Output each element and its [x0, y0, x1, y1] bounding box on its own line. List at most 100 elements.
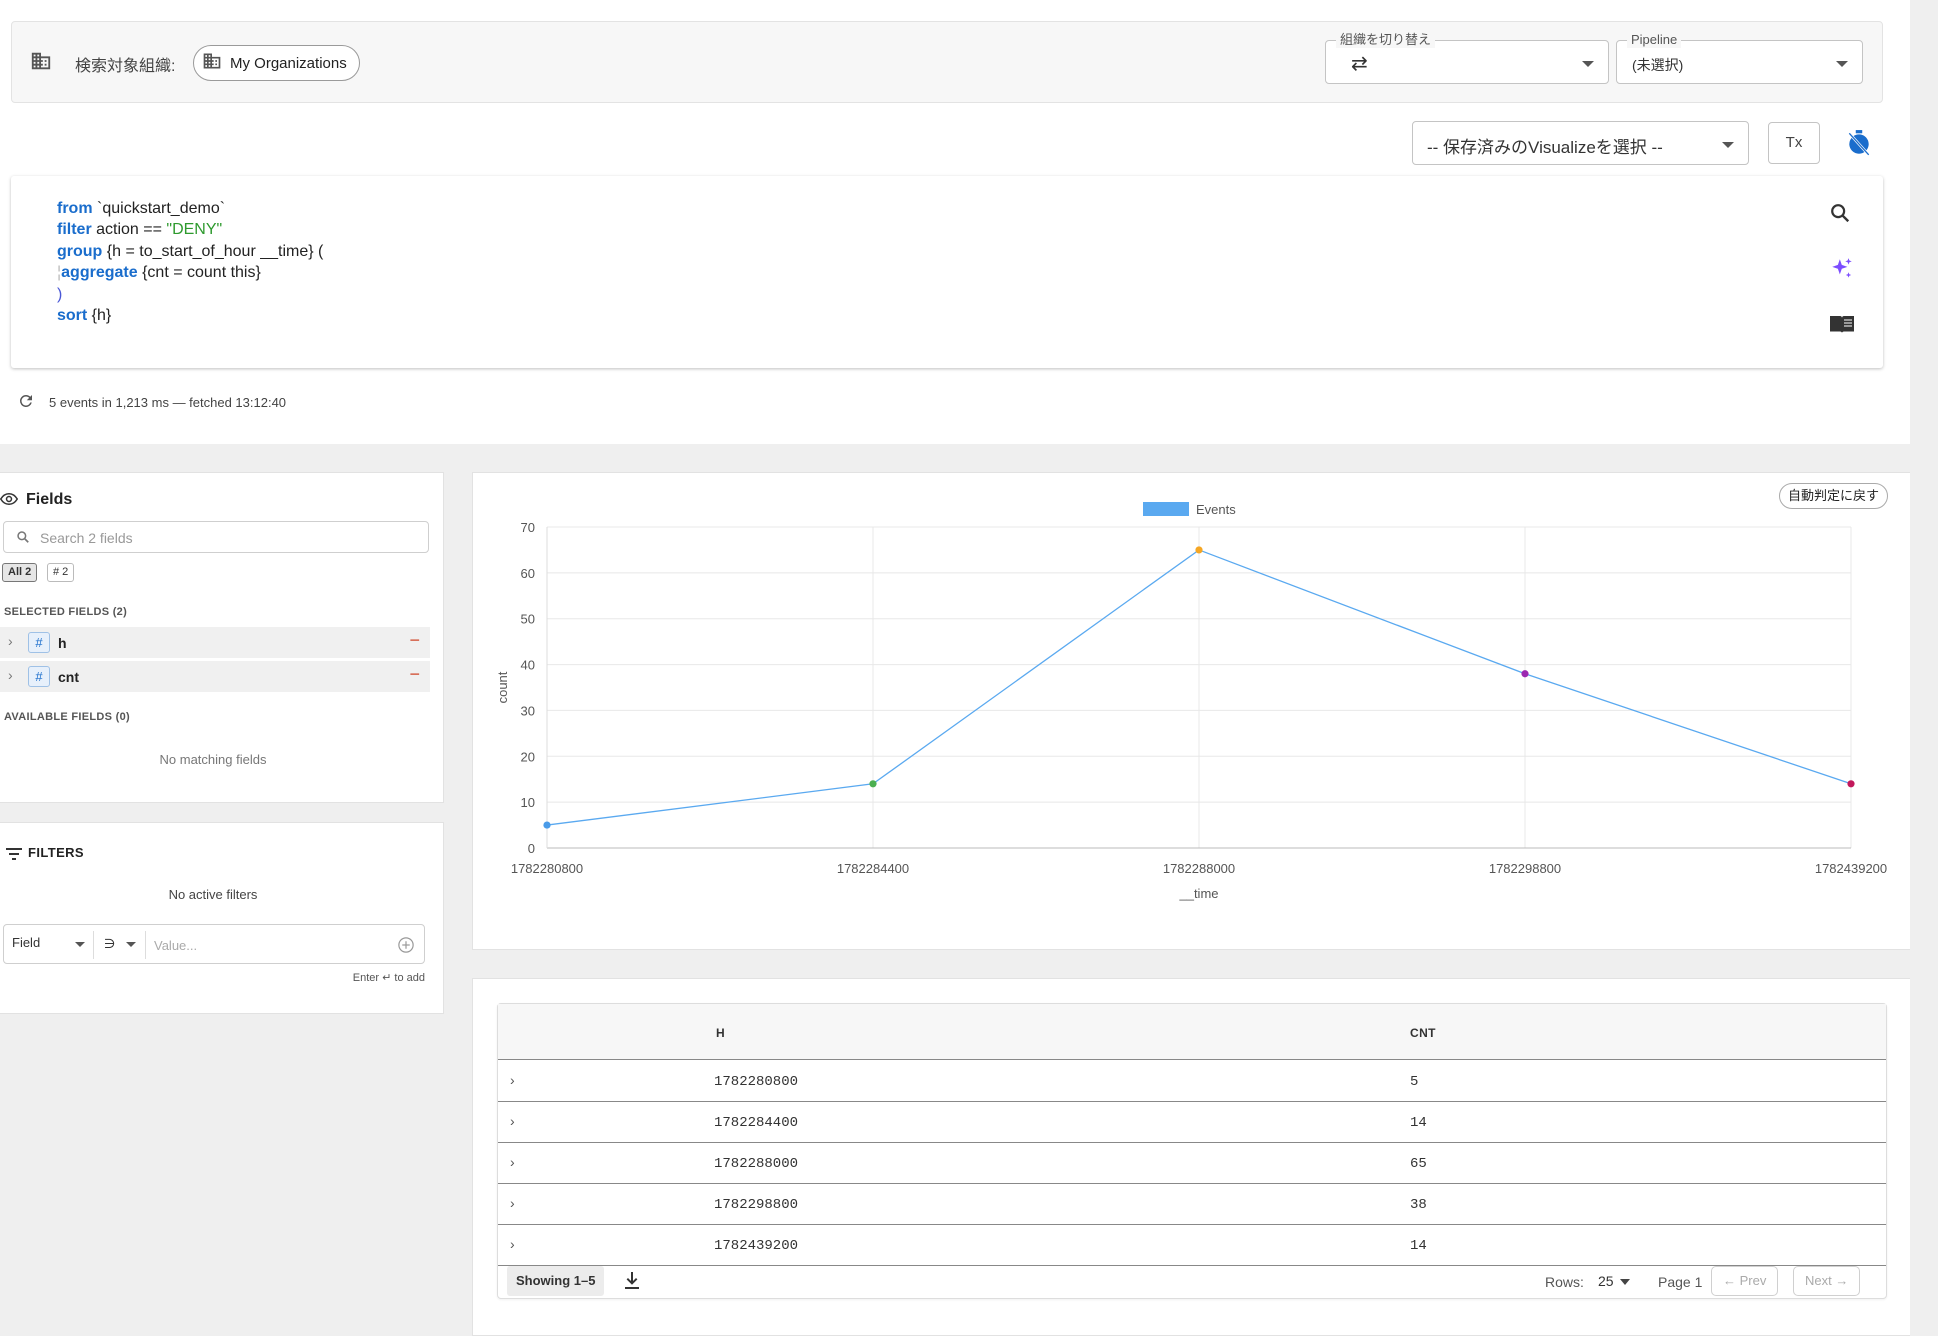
remove-icon[interactable]: − [409, 630, 420, 651]
code-line: filter action == "DENY" [57, 221, 223, 239]
saved-visualize-select[interactable]: -- 保存済みのVisualizeを選択 -- [1412, 121, 1749, 165]
query-editor[interactable]: from `quickstart_demo`filter action == "… [11, 176, 1883, 368]
code-line: group {h = to_start_of_hour __time} ( [57, 242, 324, 260]
switch-org-label: 組織を切り替え [1336, 32, 1436, 48]
table-row[interactable]: › 1782439200 14 [498, 1225, 1886, 1266]
next-page-button[interactable]: Next → [1793, 1266, 1861, 1296]
field-name: cnt [58, 669, 79, 685]
fields-title: Fields [26, 491, 73, 508]
fields-panel: Fields All 2 # 2 SELECTED FIELDS (2) › #… [0, 472, 444, 803]
query-code[interactable]: from `quickstart_demo`filter action == "… [57, 198, 323, 326]
filters-title: FILTERS [28, 845, 84, 860]
y-axis-label: count [495, 671, 510, 703]
filter-builder: Field ∋ [3, 924, 425, 964]
data-point [1847, 780, 1855, 788]
switch-org-select[interactable]: 組織を切り替え ⇄ [1325, 32, 1609, 84]
column-header-h[interactable]: H [716, 1026, 725, 1040]
chevron-right-icon[interactable]: › [8, 667, 13, 683]
field-row-h[interactable]: › # h − [0, 627, 430, 658]
cell-h: 1782288000 [714, 1156, 799, 1172]
y-tick-label: 10 [521, 795, 535, 810]
pipeline-label: Pipeline [1627, 32, 1682, 48]
selected-fields-label: SELECTED FIELDS (2) [4, 606, 128, 618]
x-tick-label: 1782288000 [1163, 861, 1235, 876]
chevron-right-icon[interactable]: › [510, 1154, 515, 1170]
showing-range: Showing 1–5 [507, 1266, 605, 1296]
field-row-cnt[interactable]: › # cnt − [0, 661, 430, 692]
divider [93, 931, 94, 959]
cell-cnt: 5 [1410, 1074, 1419, 1090]
cell-h: 1782284400 [714, 1115, 799, 1131]
rows-per-page-select[interactable]: 25 [1598, 1273, 1614, 1289]
chevron-right-icon[interactable]: › [510, 1113, 515, 1129]
x-tick-label: 1782280800 [511, 861, 583, 876]
pipeline-value: (未選択) [1632, 57, 1684, 73]
book-icon[interactable] [1829, 312, 1855, 341]
y-tick-label: 30 [521, 703, 535, 718]
table-row[interactable]: › 1782284400 14 [498, 1102, 1886, 1143]
chevron-down-icon[interactable] [126, 942, 136, 947]
add-circle-icon[interactable] [397, 936, 415, 959]
code-line: ) [57, 285, 63, 303]
cell-h: 1782298800 [714, 1197, 799, 1213]
saved-visualize-value: -- 保存済みのVisualizeを選択 -- [1427, 138, 1663, 157]
data-point [1195, 546, 1203, 554]
timer-off-icon[interactable] [1846, 129, 1872, 162]
chevron-down-icon[interactable] [75, 942, 85, 947]
prev-page-button[interactable]: ← Prev [1711, 1266, 1779, 1296]
tab-number-fields[interactable]: # 2 [47, 563, 75, 582]
org-bar: 検索対象組織: My Organizations 組織を切り替え ⇄ Pipel… [11, 21, 1883, 103]
search-icon[interactable] [1829, 202, 1851, 229]
chevron-right-icon[interactable]: › [510, 1072, 515, 1088]
data-point [1521, 670, 1529, 678]
results-table-panel: H CNT › 1782280800 5 › 1782284400 14 › 17822880… [472, 978, 1910, 1336]
line-chart: 0 10 20 30 40 50 60 70 1782280800 1782284400 17822… [495, 502, 1887, 901]
table-row[interactable]: › 1782280800 5 [498, 1061, 1886, 1102]
field-search[interactable] [3, 521, 429, 553]
y-tick-label: 40 [521, 658, 535, 673]
chevron-right-icon[interactable]: › [510, 1236, 515, 1252]
chevron-down-icon [1582, 61, 1594, 67]
y-tick-label: 60 [521, 566, 535, 581]
org-chip-label: My Organizations [230, 54, 347, 72]
code-line: from `quickstart_demo` [57, 200, 226, 217]
org-chip[interactable]: My Organizations [193, 45, 360, 81]
legend-swatch [1143, 502, 1189, 516]
cell-cnt: 38 [1410, 1197, 1427, 1213]
table-footer: Showing 1–5 Rows: 25 Page 1 ← Prev Next … [498, 1264, 1886, 1300]
filter-value-input[interactable] [154, 935, 384, 955]
clear-format-button[interactable]: Tx [1768, 122, 1820, 164]
cell-cnt: 65 [1410, 1156, 1427, 1172]
chevron-down-icon[interactable] [1620, 1279, 1630, 1285]
refresh-icon[interactable] [17, 392, 35, 413]
legend-label: Events [1196, 502, 1236, 517]
status-text: 5 events in 1,213 ms — fetched 13:12:40 [49, 395, 287, 410]
table-row[interactable]: › 1782298800 38 [498, 1184, 1886, 1225]
building-icon [202, 51, 222, 75]
building-icon [30, 50, 52, 77]
x-axis-label: __time [1178, 886, 1218, 901]
filter-operator-select[interactable]: ∋ [104, 936, 115, 952]
filters-panel: FILTERS No active filters Field ∋ Enter … [0, 822, 444, 1014]
no-matching-fields: No matching fields [159, 752, 267, 767]
field-name: h [58, 635, 67, 651]
column-header-cnt[interactable]: CNT [1410, 1026, 1436, 1040]
tab-all-fields[interactable]: All 2 [2, 563, 38, 582]
y-tick-label: 70 [521, 520, 535, 535]
download-icon[interactable] [624, 1272, 640, 1295]
table-row[interactable]: › 1782288000 65 [498, 1143, 1886, 1184]
table-header: H CNT [498, 1004, 1886, 1060]
filter-field-select[interactable]: Field [12, 935, 40, 950]
pipeline-select[interactable]: Pipeline (未選択) [1616, 32, 1863, 84]
enter-to-add-hint: Enter ↵ to add [352, 972, 425, 984]
eye-icon[interactable] [0, 492, 19, 511]
remove-icon[interactable]: − [409, 664, 420, 685]
chart-panel: 自動判定に戻す 0 10 20 30 40 50 60 70 1782280800 1782284… [472, 472, 1910, 950]
ai-sparkle-icon[interactable] [1829, 256, 1855, 287]
chevron-right-icon[interactable]: › [510, 1195, 515, 1211]
field-search-input[interactable] [40, 528, 400, 548]
results-table: H CNT › 1782280800 5 › 1782284400 14 › 17822880… [497, 1003, 1887, 1299]
y-tick-label: 0 [528, 841, 535, 856]
status-row: 5 events in 1,213 ms — fetched 13:12:40 [17, 392, 286, 413]
chevron-right-icon[interactable]: › [8, 633, 13, 649]
